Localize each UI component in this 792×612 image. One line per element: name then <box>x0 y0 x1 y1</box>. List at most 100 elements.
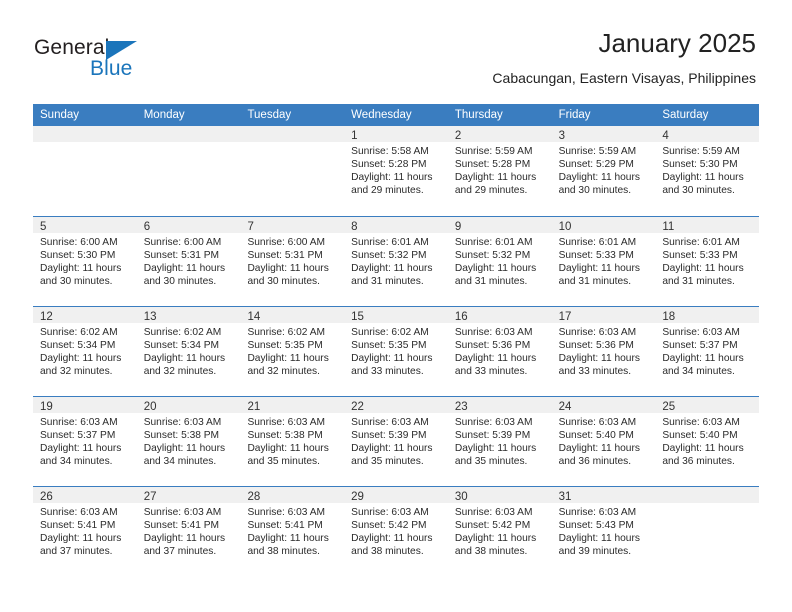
day-cell[interactable]: 29 Sunrise: 6:03 AM Sunset: 5:42 PM Dayligh… <box>344 487 448 576</box>
calendar-page: General Blue January 2025 Cabacungan, Ea… <box>0 0 792 612</box>
day-details: Sunrise: 6:03 AM Sunset: 5:42 PM Daylight:… <box>448 503 552 558</box>
day-cell[interactable]: 22 Sunrise: 6:03 AM Sunset: 5:39 PM Dayligh… <box>344 397 448 486</box>
sunrise-text: Sunrise: 6:03 AM <box>454 417 533 428</box>
day-cell[interactable]: 9 Sunrise: 6:01 AM Sunset: 5:32 PM Daylight… <box>447 217 552 306</box>
daylight-text-line2: and 37 minutes. <box>40 546 113 557</box>
day-cell[interactable]: 20 Sunrise: 6:03 AM Sunset: 5:38 PM Dayligh… <box>136 397 241 486</box>
day-number-band: 8 <box>344 217 448 233</box>
day-cell[interactable]: 5 Sunrise: 6:00 AM Sunset: 5:30 PM Daylight… <box>33 217 137 306</box>
day-cell[interactable]: 6 Sunrise: 6:00 AM Sunset: 5:31 PM Daylight… <box>136 217 241 306</box>
day-details: Sunrise: 6:03 AM Sunset: 5:36 PM Daylight:… <box>448 323 552 378</box>
day-cell[interactable]: 11 Sunrise: 6:01 AM Sunset: 5:33 PM Dayligh… <box>655 217 760 306</box>
sunrise-text: Sunrise: 6:01 AM <box>558 237 637 248</box>
day-details: Sunrise: 6:01 AM Sunset: 5:33 PM Daylight:… <box>655 233 759 288</box>
day-cell[interactable]: 7 Sunrise: 6:00 AM Sunset: 5:31 PM Daylight… <box>240 217 345 306</box>
daylight-text-line1: Daylight: 11 hours <box>351 263 433 274</box>
sunset-text: Sunset: 5:41 PM <box>247 520 323 531</box>
day-details: Sunrise: 6:03 AM Sunset: 5:41 PM Daylight:… <box>33 503 137 558</box>
day-number: 18 <box>662 311 676 323</box>
daylight-text-line1: Daylight: 11 hours <box>558 263 640 274</box>
day-cell[interactable]: 25 Sunrise: 6:03 AM Sunset: 5:40 PM Dayligh… <box>655 397 760 486</box>
daylight-text-line2: and 35 minutes. <box>351 456 424 467</box>
day-number: 24 <box>558 401 572 413</box>
daylight-text-line1: Daylight: 11 hours <box>351 353 433 364</box>
day-cell[interactable]: 23 Sunrise: 6:03 AM Sunset: 5:39 PM Dayligh… <box>447 397 552 486</box>
sunrise-text: Sunrise: 6:03 AM <box>351 507 429 518</box>
daylight-text-line1: Daylight: 11 hours <box>662 353 744 364</box>
day-cell[interactable]: 19 Sunrise: 6:03 AM Sunset: 5:37 PM Dayligh… <box>33 397 137 486</box>
day-cell[interactable]: 17 Sunrise: 6:03 AM Sunset: 5:36 PM Dayligh… <box>551 307 656 396</box>
sunrise-text: Sunrise: 5:58 AM <box>351 146 429 157</box>
day-cell[interactable]: 2 Sunrise: 5:59 AM Sunset: 5:28 PM Daylight… <box>447 126 552 216</box>
day-cell[interactable]: 27 Sunrise: 6:03 AM Sunset: 5:41 PM Dayligh… <box>136 487 241 576</box>
sunset-text: Sunset: 5:29 PM <box>558 159 634 170</box>
day-cell[interactable]: 18 Sunrise: 6:03 AM Sunset: 5:37 PM Dayligh… <box>655 307 760 396</box>
general-blue-logo[interactable]: General Blue <box>34 36 164 82</box>
daylight-text-line1: Daylight: 11 hours <box>351 172 433 183</box>
day-number: 7 <box>247 221 254 233</box>
day-details: Sunrise: 6:03 AM Sunset: 5:42 PM Daylight:… <box>344 503 448 558</box>
day-cell[interactable]: 15 Sunrise: 6:02 AM Sunset: 5:35 PM Dayligh… <box>344 307 448 396</box>
day-cell[interactable]: 10 Sunrise: 6:01 AM Sunset: 5:33 PM Dayligh… <box>551 217 656 306</box>
day-number: 19 <box>40 401 53 413</box>
day-cell[interactable]: 4 Sunrise: 5:59 AM Sunset: 5:30 PM Daylight… <box>655 126 760 216</box>
daylight-text-line1: Daylight: 11 hours <box>143 533 226 544</box>
day-number: 9 <box>454 221 462 233</box>
day-number-band: 1 <box>344 126 448 142</box>
day-details: Sunrise: 6:02 AM Sunset: 5:34 PM Daylight:… <box>137 323 241 378</box>
day-number-band: 23 <box>447 397 552 413</box>
sunrise-text: Sunrise: 6:03 AM <box>662 417 740 428</box>
day-details: Sunrise: 6:03 AM Sunset: 5:43 PM Daylight:… <box>552 503 656 558</box>
daylight-text-line2: and 30 minutes. <box>40 276 113 287</box>
sunset-text: Sunset: 5:35 PM <box>247 340 323 351</box>
day-number-band: 3 <box>551 126 656 142</box>
day-cell[interactable]: 12 Sunrise: 6:02 AM Sunset: 5:34 PM Dayligh… <box>33 307 137 396</box>
sunset-text: Sunset: 5:40 PM <box>662 430 738 441</box>
sunrise-text: Sunrise: 6:03 AM <box>40 507 118 518</box>
day-number: 13 <box>143 311 157 323</box>
daylight-text-line1: Daylight: 11 hours <box>662 443 744 454</box>
day-cell[interactable]: 28 Sunrise: 6:03 AM Sunset: 5:41 PM Dayligh… <box>240 487 345 576</box>
day-cell[interactable]: 24 Sunrise: 6:03 AM Sunset: 5:40 PM Dayligh… <box>551 397 656 486</box>
day-cell[interactable]: 26 Sunrise: 6:03 AM Sunset: 5:41 PM Dayligh… <box>33 487 137 576</box>
day-cell[interactable]: 30 Sunrise: 6:03 AM Sunset: 5:42 PM Dayligh… <box>447 487 552 576</box>
day-cell[interactable]: 14 Sunrise: 6:02 AM Sunset: 5:35 PM Dayligh… <box>240 307 345 396</box>
sunset-text: Sunset: 5:30 PM <box>662 159 738 170</box>
sunrise-text: Sunrise: 6:00 AM <box>247 237 326 248</box>
sunrise-text: Sunrise: 6:03 AM <box>558 417 637 428</box>
day-cell[interactable]: 16 Sunrise: 6:03 AM Sunset: 5:36 PM Dayligh… <box>447 307 552 396</box>
day-number: 21 <box>247 401 261 413</box>
day-cell[interactable]: 1 Sunrise: 5:58 AM Sunset: 5:28 PM Daylight… <box>344 126 448 216</box>
day-number: 2 <box>454 130 462 142</box>
sunset-text: Sunset: 5:42 PM <box>454 520 531 531</box>
daylight-text-line1: Daylight: 11 hours <box>454 172 537 183</box>
day-cell[interactable]: 8 Sunrise: 6:01 AM Sunset: 5:32 PM Daylight… <box>344 217 448 306</box>
day-number-band: 20 <box>136 397 241 413</box>
daylight-text-line1: Daylight: 11 hours <box>662 172 744 183</box>
day-number-band: 4 <box>655 126 760 142</box>
day-cell-empty <box>655 487 760 576</box>
sunset-text: Sunset: 5:37 PM <box>662 340 738 351</box>
day-details: Sunrise: 6:03 AM Sunset: 5:38 PM Daylight:… <box>137 413 241 468</box>
weekday-header-friday: Friday <box>558 109 591 121</box>
day-number: 10 <box>558 221 572 233</box>
sunset-text: Sunset: 5:40 PM <box>558 430 634 441</box>
sunrise-text: Sunrise: 5:59 AM <box>558 146 637 157</box>
day-cell[interactable]: 3 Sunrise: 5:59 AM Sunset: 5:29 PM Daylight… <box>551 126 656 216</box>
day-number: 14 <box>247 311 261 323</box>
day-cell[interactable]: 21 Sunrise: 6:03 AM Sunset: 5:38 PM Dayligh… <box>240 397 345 486</box>
sunset-text: Sunset: 5:35 PM <box>351 340 427 351</box>
day-details: Sunrise: 6:00 AM Sunset: 5:31 PM Daylight:… <box>240 233 344 288</box>
daylight-text-line2: and 32 minutes. <box>143 366 217 377</box>
day-number-band <box>240 126 345 142</box>
sunrise-text: Sunrise: 6:00 AM <box>40 237 118 248</box>
daylight-text-line2: and 30 minutes. <box>558 185 632 196</box>
day-cell[interactable]: 13 Sunrise: 6:02 AM Sunset: 5:34 PM Dayligh… <box>136 307 241 396</box>
daylight-text-line1: Daylight: 11 hours <box>40 443 122 454</box>
weekday-header-thursday: Thursday <box>454 109 503 121</box>
sunset-text: Sunset: 5:39 PM <box>351 430 427 441</box>
daylight-text-line1: Daylight: 11 hours <box>143 353 226 364</box>
day-cell[interactable]: 31 Sunrise: 6:03 AM Sunset: 5:43 PM Dayligh… <box>551 487 656 576</box>
day-number-band <box>33 126 137 142</box>
day-number: 25 <box>662 401 676 413</box>
